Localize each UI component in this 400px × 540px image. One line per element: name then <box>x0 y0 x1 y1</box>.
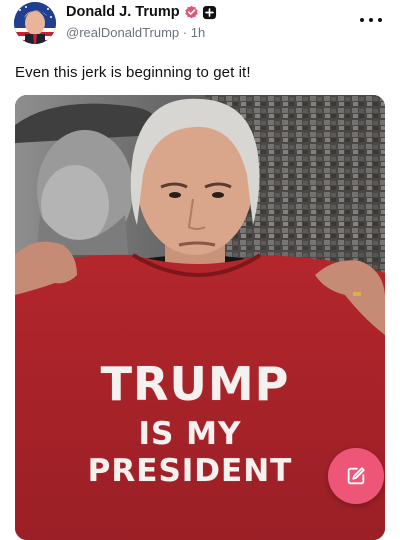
post-time: 1h <box>190 25 206 40</box>
author-handle[interactable]: @realDonaldTrump <box>66 25 179 40</box>
plus-badge-icon <box>202 5 216 19</box>
verified-badge-icon <box>184 5 198 18</box>
handle-row: @realDonaldTrump · 1h <box>66 25 205 40</box>
author-row: Donald J. Trump <box>66 3 217 21</box>
compose-icon <box>347 467 365 485</box>
author-name[interactable]: Donald J. Trump <box>66 4 180 20</box>
shirt-text-line-3: PRESIDENT <box>87 453 293 489</box>
avatar[interactable] <box>14 2 56 44</box>
post-text: Even this jerk is beginning to get it! <box>15 64 251 81</box>
compose-button[interactable] <box>328 448 384 504</box>
more-dot <box>378 18 382 22</box>
more-dot <box>360 18 364 22</box>
separator: · <box>179 25 191 40</box>
shirt-text-line-1: TRUMP <box>100 357 290 411</box>
more-dot <box>369 18 373 22</box>
avatar-image <box>14 2 56 44</box>
shirt-text-line-2: IS MY <box>138 416 242 452</box>
more-options-icon[interactable] <box>360 14 382 26</box>
post-header: Donald J. Trump @realDonaldTrump · 1h <box>0 0 400 50</box>
